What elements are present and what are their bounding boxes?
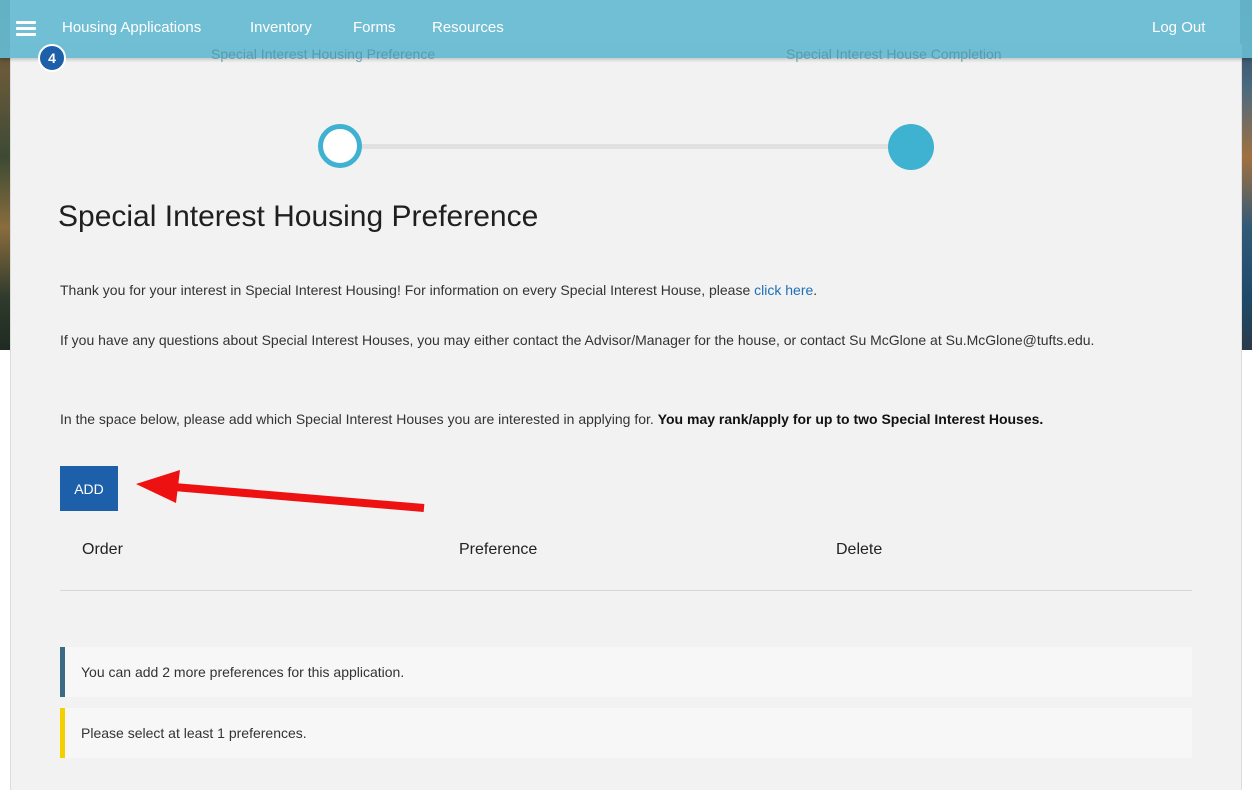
nav-housing-applications[interactable]: Housing Applications xyxy=(62,19,201,36)
contact-paragraph: If you have any questions about Special … xyxy=(60,332,1095,348)
nav-forms[interactable]: Forms xyxy=(353,19,396,36)
column-header-order: Order xyxy=(82,541,123,558)
nav-resources[interactable]: Resources xyxy=(432,19,504,36)
top-navbar: Housing Applications Inventory Forms Res… xyxy=(0,0,1252,58)
info-link[interactable]: click here xyxy=(754,282,813,298)
table-divider xyxy=(60,590,1192,591)
progress-track xyxy=(340,144,910,149)
instruction-bold: You may rank/apply for up to two Special… xyxy=(657,411,1044,427)
notification-badge[interactable]: 4 xyxy=(38,44,66,72)
column-header-delete: Delete xyxy=(836,541,883,558)
hamburger-menu-icon[interactable] xyxy=(16,21,36,37)
step-label-preference: Special Interest Housing Preference xyxy=(211,46,436,62)
nav-inventory[interactable]: Inventory xyxy=(250,19,312,36)
logout-link[interactable]: Log Out xyxy=(1152,19,1205,36)
info-alert: You can add 2 more preferences for this … xyxy=(60,647,1192,697)
page-title: Special Interest Housing Preference xyxy=(58,200,539,233)
instruction-text: In the space below, please add which Spe… xyxy=(60,411,658,427)
intro-end: . xyxy=(813,282,818,298)
step-indicator-completion[interactable] xyxy=(888,124,934,170)
step-indicator-current[interactable] xyxy=(318,124,362,168)
warning-alert: Please select at least 1 preferences. xyxy=(60,708,1192,758)
column-header-preference: Preference xyxy=(459,541,538,558)
intro-text: Thank you for your interest in Special I… xyxy=(60,282,755,298)
red-arrow-annotation xyxy=(136,470,425,512)
add-preference-button[interactable]: ADD xyxy=(60,466,118,511)
intro-paragraph: Thank you for your interest in Special I… xyxy=(60,279,1200,301)
step-label-completion: Special Interest House Completion xyxy=(786,46,1002,62)
instruction-paragraph: In the space below, please add which Spe… xyxy=(60,408,1200,430)
